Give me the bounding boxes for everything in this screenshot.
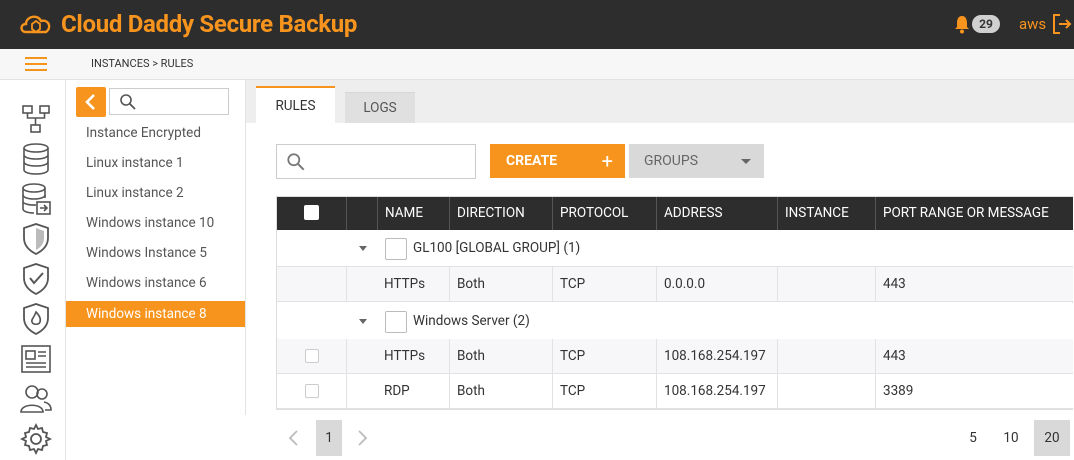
page-number-current[interactable]: 1 bbox=[316, 420, 342, 456]
chevron-left-icon[interactable] bbox=[286, 428, 302, 448]
instance-item-selected[interactable]: Windows instance 8 bbox=[66, 301, 245, 327]
caret-down-icon[interactable] bbox=[359, 246, 367, 251]
shield-check-icon[interactable] bbox=[18, 262, 54, 296]
notification-count-badge[interactable]: 29 bbox=[972, 15, 1000, 33]
tab-logs[interactable]: LOGS bbox=[345, 92, 415, 123]
groups-dropdown[interactable]: GROUPS bbox=[629, 144, 764, 178]
select-all-checkbox[interactable] bbox=[304, 205, 319, 220]
logout-icon[interactable] bbox=[1052, 13, 1072, 35]
breadcrumb-bar: INSTANCES > RULES bbox=[0, 49, 1074, 80]
group-row[interactable]: Windows Server (2) bbox=[277, 303, 1073, 340]
instance-item[interactable]: Linux instance 1 bbox=[66, 150, 245, 176]
row-checkbox[interactable] bbox=[305, 384, 319, 398]
hamburger-menu-icon[interactable] bbox=[25, 57, 47, 71]
cell-port: 443 bbox=[883, 276, 906, 292]
caret-down-icon[interactable] bbox=[359, 319, 367, 324]
tab-strip: RULES LOGS bbox=[246, 80, 1074, 123]
users-icon[interactable] bbox=[18, 382, 54, 416]
bell-icon[interactable] bbox=[953, 14, 971, 34]
back-button[interactable] bbox=[76, 87, 106, 117]
groups-label: GROUPS bbox=[644, 153, 699, 169]
instance-list-panel: Instance Encrypted Linux instance 1 Linu… bbox=[66, 80, 246, 415]
cell-instance bbox=[778, 267, 876, 301]
app-title: Cloud Daddy Secure Backup bbox=[61, 10, 358, 38]
shield-fire-icon[interactable] bbox=[18, 302, 54, 336]
select-all-cell bbox=[277, 197, 347, 230]
row-checkbox[interactable] bbox=[305, 349, 319, 363]
instance-item[interactable]: Linux instance 2 bbox=[66, 180, 245, 206]
column-header-instance[interactable]: INSTANCE bbox=[778, 197, 876, 230]
network-icon[interactable] bbox=[18, 102, 54, 136]
page-size-option[interactable]: 5 bbox=[963, 420, 983, 456]
instance-item[interactable]: Windows instance 10 bbox=[66, 210, 245, 236]
rules-table: NAME DIRECTION PROTOCOL ADDRESS INSTANCE… bbox=[276, 196, 1073, 410]
search-icon bbox=[120, 94, 136, 110]
cell-direction: Both bbox=[450, 339, 553, 373]
cell-address: 0.0.0.0 bbox=[657, 267, 778, 301]
database-export-icon[interactable] bbox=[18, 182, 54, 216]
database-icon[interactable] bbox=[18, 142, 54, 176]
chevron-right-icon[interactable] bbox=[354, 428, 370, 448]
group-checkbox[interactable] bbox=[385, 238, 407, 260]
page-size-option[interactable]: 10 bbox=[998, 420, 1024, 456]
cell-protocol: TCP bbox=[553, 267, 657, 301]
cell-address: 108.168.254.197 bbox=[657, 339, 778, 373]
cell-instance bbox=[778, 339, 876, 373]
app-header: Cloud Daddy Secure Backup 29 aws bbox=[0, 0, 1074, 49]
instance-item[interactable]: Windows Instance 5 bbox=[66, 240, 245, 266]
settings-gear-icon[interactable] bbox=[18, 422, 54, 456]
group-row[interactable]: GL100 [GLOBAL GROUP] (1) bbox=[277, 230, 1073, 267]
page-size-option-selected[interactable]: 20 bbox=[1034, 420, 1070, 456]
cell-address: 108.168.254.197 bbox=[657, 374, 778, 408]
instance-item[interactable]: Windows instance 6 bbox=[66, 270, 245, 296]
caret-down-icon bbox=[741, 159, 751, 164]
column-header-direction[interactable]: DIRECTION bbox=[450, 197, 553, 230]
group-label: Windows Server (2) bbox=[413, 313, 530, 329]
search-icon bbox=[287, 153, 305, 171]
plus-icon: + bbox=[601, 149, 613, 173]
instance-item[interactable]: Instance Encrypted bbox=[66, 120, 245, 146]
column-header-address[interactable]: ADDRESS bbox=[657, 197, 778, 230]
cell-protocol: TCP bbox=[553, 339, 657, 373]
column-header-port-range[interactable]: PORT RANGE OR MESSAGE bbox=[876, 197, 1073, 230]
group-checkbox[interactable] bbox=[385, 311, 407, 333]
cell-instance bbox=[778, 374, 876, 408]
main-content: RULES LOGS CREATE + GROUPS NAME DIRECTIO… bbox=[246, 80, 1074, 460]
tab-rules[interactable]: RULES bbox=[256, 86, 335, 123]
cell-name: RDP bbox=[347, 374, 450, 408]
cell-port: 443 bbox=[883, 348, 906, 364]
row-select-cell bbox=[277, 267, 347, 301]
user-name[interactable]: aws bbox=[1019, 15, 1046, 33]
create-button-label: CREATE bbox=[506, 153, 558, 169]
group-label: GL100 [GLOBAL GROUP] (1) bbox=[413, 240, 581, 256]
table-row[interactable]: HTTPs Both TCP 0.0.0.0 443 bbox=[277, 267, 1073, 302]
create-button[interactable]: CREATE + bbox=[490, 144, 625, 178]
cell-port: 3389 bbox=[883, 383, 914, 399]
cell-name: HTTPs bbox=[347, 339, 450, 373]
row-select-cell bbox=[277, 339, 347, 373]
row-select-cell bbox=[277, 374, 347, 408]
cell-direction: Both bbox=[450, 267, 553, 301]
table-row[interactable]: HTTPs Both TCP 108.168.254.197 443 bbox=[277, 339, 1073, 374]
logo-icon bbox=[20, 15, 51, 34]
newspaper-icon[interactable] bbox=[18, 342, 54, 376]
cell-direction: Both bbox=[450, 374, 553, 408]
chevron-left-icon bbox=[85, 94, 95, 110]
instance-search-input[interactable] bbox=[109, 88, 229, 115]
column-header-protocol[interactable]: PROTOCOL bbox=[553, 197, 657, 230]
rules-search-input[interactable] bbox=[276, 144, 476, 179]
column-header-name[interactable]: NAME bbox=[377, 197, 450, 230]
cell-protocol: TCP bbox=[553, 374, 657, 408]
table-header: NAME DIRECTION PROTOCOL ADDRESS INSTANCE… bbox=[277, 197, 1073, 230]
shield-icon[interactable] bbox=[18, 222, 54, 256]
nav-rail bbox=[0, 80, 66, 460]
lower-blank-area bbox=[66, 415, 256, 460]
table-row[interactable]: RDP Both TCP 108.168.254.197 3389 bbox=[277, 374, 1073, 409]
breadcrumb: INSTANCES > RULES bbox=[91, 57, 194, 70]
cell-name: HTTPs bbox=[347, 267, 450, 301]
